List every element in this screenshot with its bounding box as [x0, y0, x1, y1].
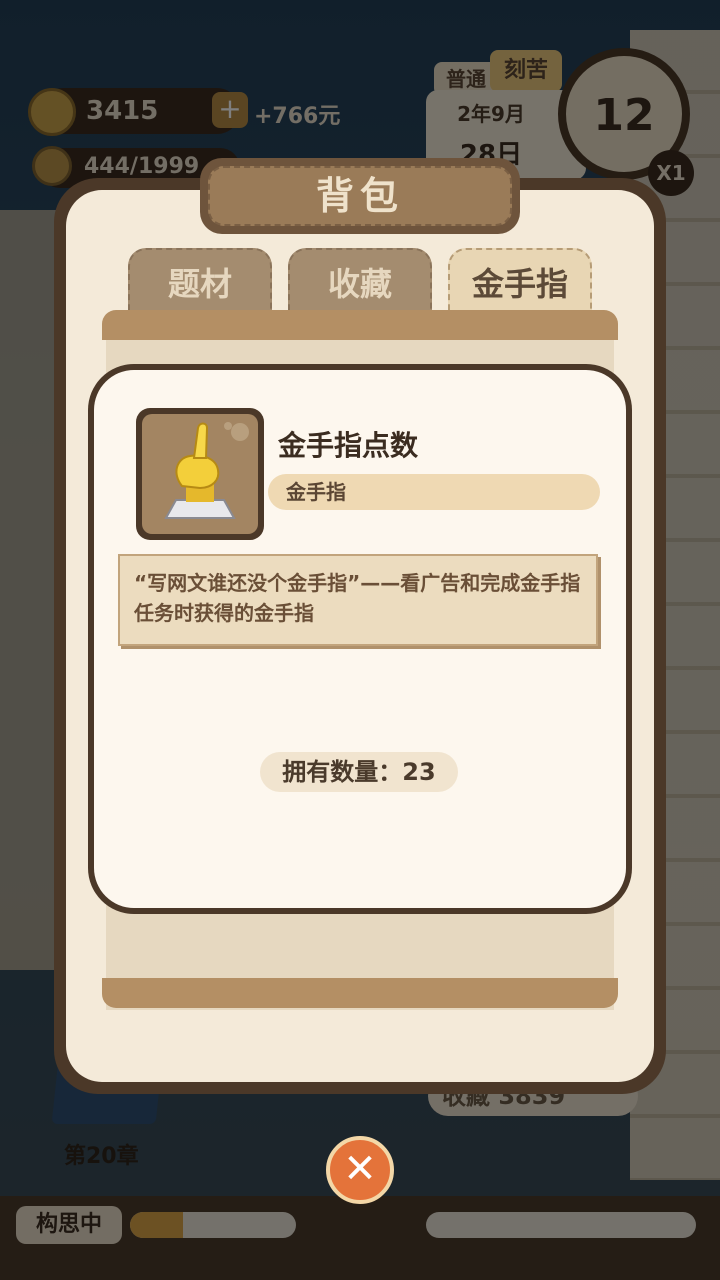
panel-title: 背包 — [208, 166, 512, 226]
item-description: “写网文谁还没个金手指”——看广告和完成金手指任务时获得的金手指 — [118, 554, 598, 646]
item-icon-frame — [136, 408, 264, 540]
close-button[interactable]: ✕ — [326, 1136, 394, 1204]
tab-golden-finger[interactable]: 金手指 — [448, 248, 592, 312]
golden-finger-icon — [142, 414, 258, 534]
list-header-bar — [102, 310, 618, 340]
item-name: 金手指点数 — [278, 429, 419, 462]
panel-title-plate: 背包 — [200, 158, 520, 234]
item-count: 拥有数量：23 — [260, 752, 458, 792]
list-footer-bar — [102, 978, 618, 1008]
item-category: 金手指 — [268, 474, 600, 510]
tab-theme[interactable]: 题材 — [128, 248, 272, 312]
tab-collection[interactable]: 收藏 — [288, 248, 432, 312]
close-icon: ✕ — [343, 1146, 377, 1192]
